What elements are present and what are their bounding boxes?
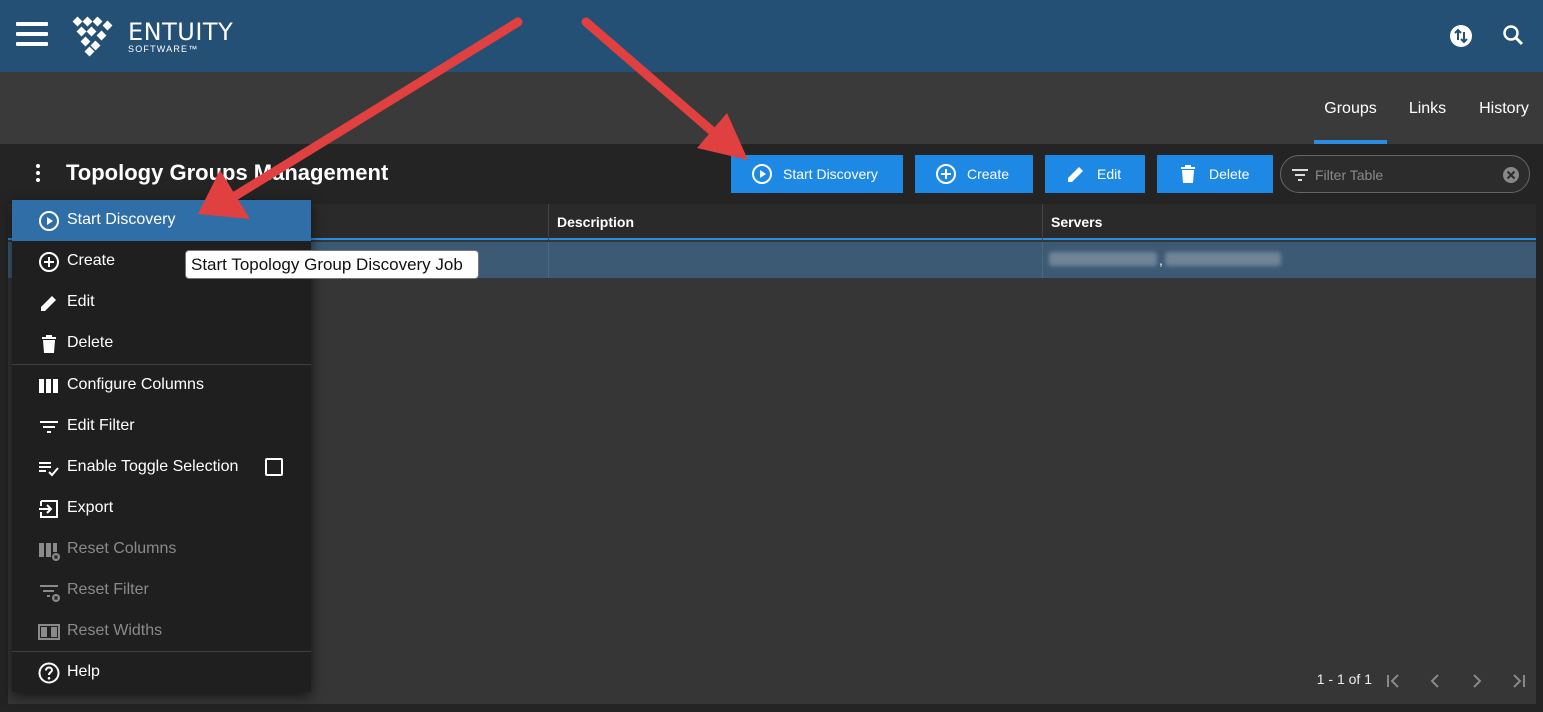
add-circle-icon [39,252,59,272]
reset-filter-icon [40,585,60,602]
start-discovery-label: Start Discovery [783,166,878,182]
last-page-icon[interactable] [1506,668,1532,694]
menu-item-reset-filter: Reset Filter [12,570,311,611]
delete-label: Delete [1209,166,1250,182]
filter-icon [40,421,58,433]
edit-label: Edit [1097,166,1122,182]
menu-item-configure-columns[interactable]: Configure Columns [12,365,311,406]
tab-groups[interactable]: Groups [1314,72,1387,144]
column-header-servers[interactable]: Servers [1042,204,1536,240]
play-circle-icon [752,164,772,184]
pencil-icon [1068,167,1083,182]
menu-item-label: Configure Columns [67,376,204,393]
menu-item-start-discovery[interactable]: Start Discovery [12,200,311,241]
tab-history[interactable]: History [1470,72,1538,144]
menu-item-enable-toggle-selection[interactable]: Enable Toggle Selection [12,447,311,488]
menu-item-label: Reset Widths [67,622,163,639]
export-icon [39,500,58,518]
menu-item-help[interactable]: Help [12,652,311,693]
page-title: Topology Groups Management [66,160,389,185]
logo-mark-icon [72,16,113,57]
menu-item-label: Reset Filter [67,581,149,598]
app-header: ENTUITY SOFTWARE™ [0,0,1543,72]
brand-subtitle: SOFTWARE™ [128,44,199,54]
menu-item-label: Reset Columns [67,540,177,557]
menu-item-edit[interactable]: Edit [12,282,311,323]
columns-icon [39,379,58,393]
pagination: 1 - 1 of 1 [1136,666,1536,696]
help-icon [38,662,60,684]
menu-item-label: Start Discovery [67,211,176,228]
redacted-server [1165,252,1281,266]
filter-input[interactable] [1315,164,1495,186]
menu-icon[interactable] [16,22,48,46]
checklist-icon [39,462,59,477]
entuity-logo: ENTUITY SOFTWARE™ [70,16,250,58]
toggle-selection-checkbox[interactable] [265,458,283,476]
first-page-icon[interactable] [1380,668,1406,694]
menu-item-label: Create [67,252,116,269]
trash-icon [1181,165,1195,183]
create-button[interactable]: Create [915,155,1033,193]
pagination-text: 1 - 1 of 1 [1316,671,1372,687]
tab-bar: Groups Links History [0,72,1543,144]
delete-button[interactable]: Delete [1157,155,1273,193]
play-circle-icon [39,211,59,231]
brand-name: ENTUITY [128,18,234,46]
menu-item-delete[interactable]: Delete [12,323,311,364]
reset-columns-icon [39,543,60,561]
clear-icon[interactable] [1501,165,1521,185]
description-cell [548,242,1042,278]
start-discovery-button[interactable]: Start Discovery [731,155,903,193]
menu-item-label: Edit Filter [67,417,135,434]
edit-button[interactable]: Edit [1045,155,1145,193]
menu-item-label: Help [67,663,100,680]
menu-item-label: Enable Toggle Selection [67,458,239,475]
sync-icon[interactable] [1447,22,1475,50]
add-circle-icon [936,164,956,184]
tooltip: Start Topology Group Discovery Job [185,250,479,279]
tab-links[interactable]: Links [1400,72,1455,144]
menu-item-reset-widths: Reset Widths [12,611,311,652]
reset-widths-icon [38,624,60,640]
menu-item-edit-filter[interactable]: Edit Filter [12,406,311,447]
next-page-icon[interactable] [1464,668,1490,694]
more-vert-icon[interactable] [28,164,48,186]
trash-icon [42,335,56,353]
menu-item-label: Export [67,499,114,516]
create-label: Create [967,166,1010,182]
filter-icon [1292,169,1308,181]
pencil-icon [41,296,56,311]
search-icon[interactable] [1500,22,1528,50]
redacted-server [1049,252,1157,266]
servers-separator: , [1159,252,1163,268]
column-header-description[interactable]: Description [548,204,1042,240]
menu-item-label: Edit [67,293,95,310]
menu-item-reset-columns: Reset Columns [12,529,311,570]
prev-page-icon[interactable] [1422,668,1448,694]
menu-item-label: Delete [67,334,114,351]
filter-field [1280,155,1530,193]
servers-cell: , [1042,242,1536,278]
menu-item-export[interactable]: Export [12,488,311,529]
